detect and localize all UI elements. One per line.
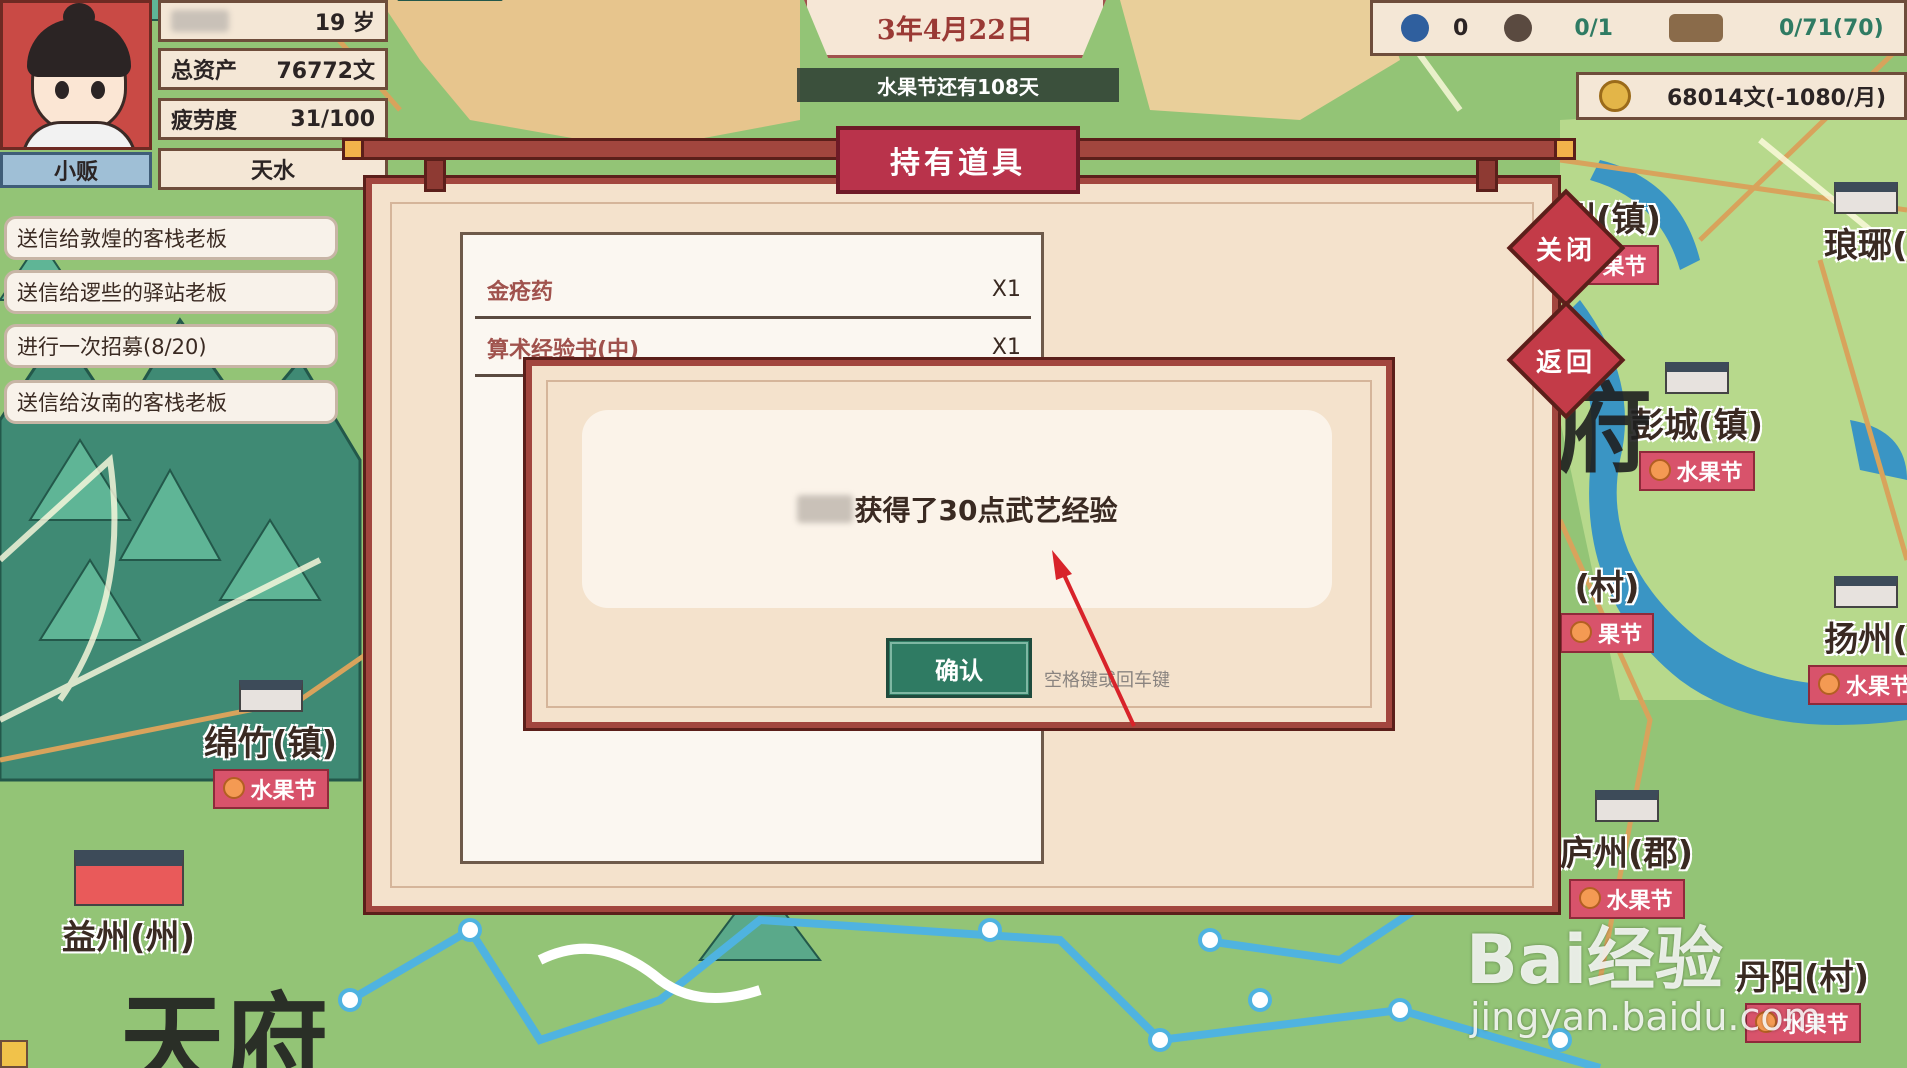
confirm-button[interactable]: 确认 xyxy=(886,638,1032,698)
dialog-message-box: 获得了30点武艺经验 xyxy=(582,410,1332,608)
player-name-age: 19 岁 xyxy=(158,0,388,42)
item-quantity: X1 xyxy=(991,277,1021,302)
town-name: 扬州( xyxy=(1824,620,1907,660)
beam-cap-right xyxy=(1554,138,1576,160)
location-value: 天水 xyxy=(250,159,295,184)
festival-tag: 水果节 xyxy=(1638,451,1755,491)
town-label[interactable]: 扬州( 水果节 xyxy=(1808,576,1907,705)
confirm-shortcut-hint: 空格键或回车键 xyxy=(1044,670,1170,691)
town-label[interactable]: 庐州(郡) 水果节 xyxy=(1560,790,1693,919)
panel-post-left xyxy=(424,158,446,192)
town-building-icon xyxy=(1594,790,1659,822)
festival-countdown: 水果节还有108天 xyxy=(797,68,1119,102)
item-quantity: X1 xyxy=(991,335,1021,360)
fatigue-label: 疲劳度 xyxy=(171,109,238,134)
quest-item[interactable]: 送信给逻些的驿站老板 xyxy=(4,270,338,314)
festival-tag: 果节 xyxy=(1560,613,1655,653)
close-button[interactable]: 关闭 xyxy=(1506,188,1626,308)
town-name: 益州(州) xyxy=(62,918,196,958)
money-bar: 68014文(-1080/月) xyxy=(1576,72,1907,120)
resource-2-value: 0/1 xyxy=(1574,15,1613,41)
player-avatar[interactable] xyxy=(0,0,152,150)
play-icon[interactable] xyxy=(0,1040,28,1068)
panel-post-right xyxy=(1476,158,1498,192)
town-label[interactable]: 琅琊( xyxy=(1824,182,1907,267)
resource-1-value: 0 xyxy=(1453,15,1469,41)
avatar-eye-right xyxy=(91,81,105,99)
quest-item[interactable]: 送信给敦煌的客栈老板 xyxy=(4,216,338,260)
watermark-url: jingyan.baidu.com xyxy=(1470,995,1821,1039)
list-item[interactable]: 金疮药 X1 xyxy=(475,263,1031,319)
town-label[interactable]: 绵竹(镇) 水果节 xyxy=(204,680,337,809)
fatigue-value: 31/100 xyxy=(290,106,375,132)
avatar-body xyxy=(21,121,137,147)
resource-3-value: 0/71(70) xyxy=(1778,15,1884,41)
quest-item[interactable]: 送信给汝南的客栈老板 xyxy=(4,380,338,424)
assets-label: 总资产 xyxy=(171,59,238,84)
town-name: 琅琊( xyxy=(1824,226,1907,266)
town-building-icon xyxy=(238,680,303,712)
player-age: 19 岁 xyxy=(314,11,375,36)
coin-icon xyxy=(1599,80,1631,112)
quest-item[interactable]: 进行一次招募(8/20) xyxy=(4,324,338,368)
town-building-icon xyxy=(1834,576,1898,608)
watermark-logo: Bai经验 xyxy=(1466,921,1724,1000)
back-label: 返回 xyxy=(1535,347,1596,378)
town-building-icon xyxy=(1664,362,1729,394)
festival-tag: 水果节 xyxy=(1808,665,1907,705)
item-name: 金疮药 xyxy=(487,279,554,305)
region-label: 天府 xyxy=(120,981,329,1068)
dialog-message: 获得了30点武艺经验 xyxy=(854,494,1118,527)
avatar-hair xyxy=(27,19,131,77)
town-building-icon xyxy=(1833,182,1898,214)
bandit-icon xyxy=(1504,14,1533,42)
town-name: (村) xyxy=(1574,568,1640,608)
town-name: 庐州(郡) xyxy=(1560,834,1694,874)
avatar-eye-left xyxy=(55,81,69,99)
money-value: 68014文(-1080/月) xyxy=(1667,86,1887,111)
town-name: 绵竹(镇) xyxy=(204,724,338,764)
festival-tag: 水果节 xyxy=(212,769,329,809)
town-label[interactable]: (村) 果节 xyxy=(1560,560,1655,653)
back-button[interactable]: 返回 xyxy=(1506,300,1626,420)
player-fatigue: 疲劳度 31/100 xyxy=(158,98,388,140)
player-name-blurred xyxy=(171,10,229,32)
player-assets: 总资产 76772文 xyxy=(158,48,388,90)
player-name-blurred xyxy=(796,495,853,523)
panel-title: 持有道具 xyxy=(836,126,1080,194)
item-name: 算术经验书(中) xyxy=(487,337,640,363)
resource-bar: 0 0/1 0/71(70) xyxy=(1370,0,1907,56)
cart-icon xyxy=(1668,14,1723,42)
assets-value: 76772文 xyxy=(276,59,375,84)
player-role-badge: 小贩 xyxy=(0,152,152,188)
baidu-watermark: Bai经验 jingyan.baidu.com xyxy=(1466,904,1821,1039)
date-banner: 3年4月22日 xyxy=(804,0,1106,58)
scholar-icon xyxy=(1401,14,1429,42)
reward-dialog: 获得了30点武艺经验 确认 空格键或回车键 xyxy=(523,357,1395,731)
town-label[interactable]: 益州(州) xyxy=(62,850,195,959)
beam-cap-left xyxy=(342,138,364,160)
close-label: 关闭 xyxy=(1535,235,1596,266)
town-building-icon xyxy=(73,850,184,906)
